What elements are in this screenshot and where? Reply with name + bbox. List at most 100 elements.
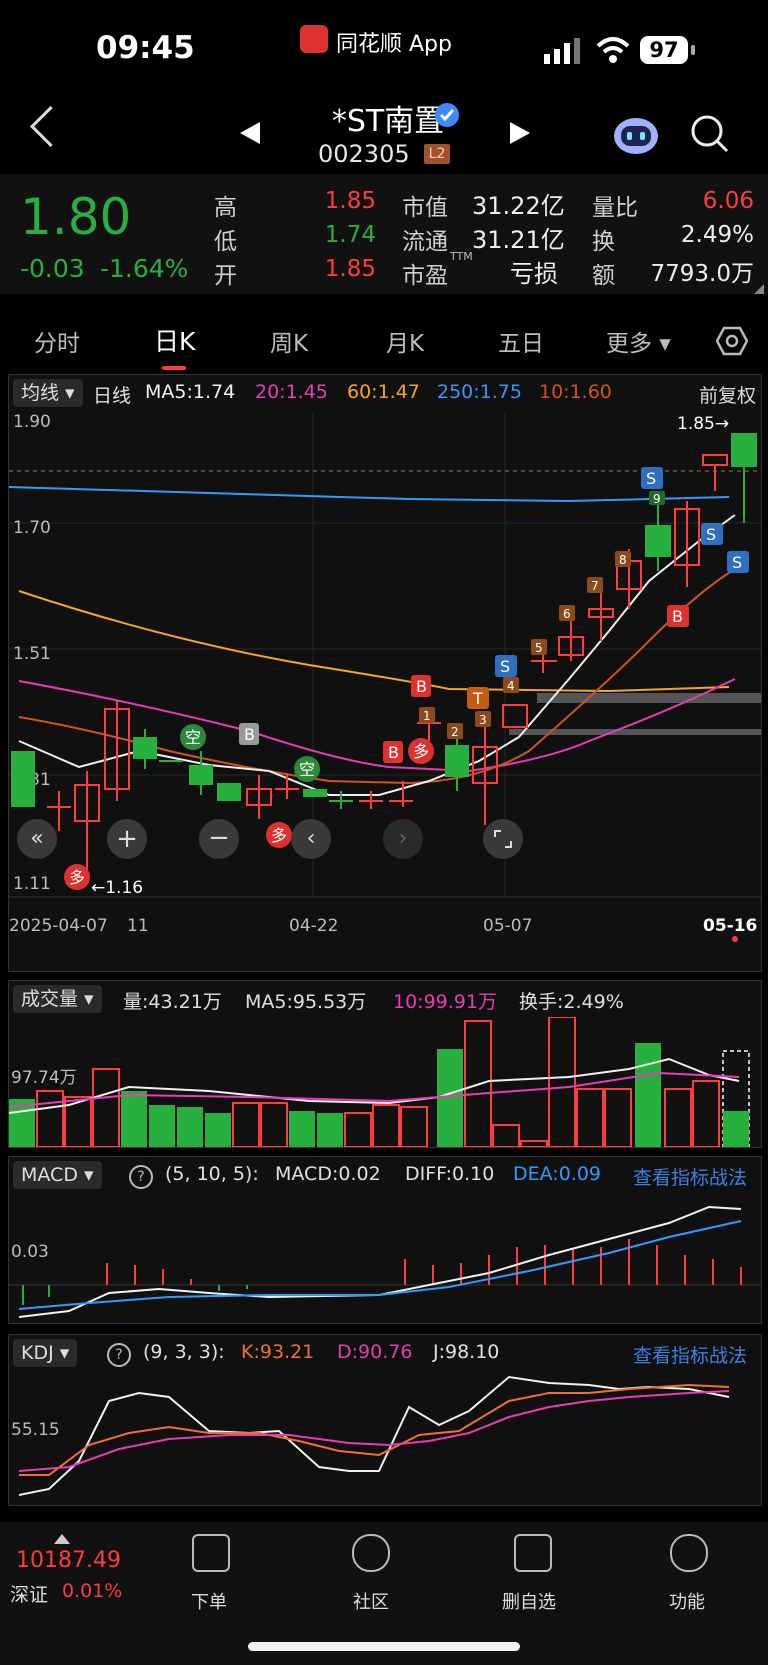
price-change-pct: -1.64% bbox=[100, 254, 189, 283]
robot-assistant-icon[interactable] bbox=[612, 112, 660, 156]
svg-text:7: 7 bbox=[591, 579, 599, 593]
home-indicator[interactable] bbox=[248, 1642, 520, 1651]
nav-community[interactable]: 社区 bbox=[316, 1588, 426, 1614]
market-cap-value: 31.22亿 bbox=[472, 192, 565, 220]
zoom-in-button[interactable]: + bbox=[107, 819, 147, 859]
stock-code: 002305 bbox=[318, 140, 410, 168]
amount-value: 7793.0万 bbox=[650, 261, 754, 287]
tab-more[interactable]: 更多 ▾ bbox=[606, 324, 671, 358]
kdj-params: (9, 3, 3): bbox=[143, 1341, 225, 1363]
macd-panel[interactable]: MACD ▾ ? (5, 10, 5): MACD:0.02 DIFF:0.10… bbox=[8, 1156, 762, 1324]
remove-watchlist-icon[interactable] bbox=[514, 1534, 552, 1572]
tab-five-day[interactable]: 五日 bbox=[498, 324, 544, 358]
volume-ma5: MA5:95.53万 bbox=[245, 991, 367, 1013]
signal-icon bbox=[544, 38, 580, 64]
svg-text:5: 5 bbox=[535, 641, 543, 655]
svg-text:多: 多 bbox=[413, 742, 429, 761]
turnover-value: 2.49% bbox=[680, 222, 754, 248]
market-cap-label: 市值 bbox=[402, 195, 448, 221]
ma60-line bbox=[18, 590, 730, 693]
volume-ratio-value: 6.06 bbox=[702, 188, 754, 214]
help-icon[interactable]: ? bbox=[107, 1343, 131, 1367]
tab-daily-k[interactable]: 日K bbox=[154, 322, 195, 358]
order-icon[interactable] bbox=[192, 1534, 230, 1572]
adjust-label[interactable]: 前复权 bbox=[699, 381, 756, 408]
x-tick-label: 2025-04-07 bbox=[9, 916, 108, 936]
d-line bbox=[18, 1390, 730, 1472]
svg-text:9: 9 bbox=[653, 492, 661, 506]
svg-text:8: 8 bbox=[619, 553, 627, 567]
macd-selector[interactable]: MACD ▾ bbox=[13, 1161, 102, 1189]
app-name: 同花顺 App bbox=[336, 32, 452, 57]
volume-ratio-label: 量比 bbox=[592, 195, 638, 221]
community-icon[interactable] bbox=[352, 1534, 390, 1572]
next-stock-icon[interactable] bbox=[508, 120, 532, 146]
svg-text:B: B bbox=[672, 607, 683, 626]
index-pct[interactable]: 0.01% bbox=[62, 1580, 122, 1602]
scroll-left-button[interactable]: ‹ bbox=[291, 819, 331, 859]
y-tick-label: 1.51 bbox=[13, 644, 51, 664]
d-value: D:90.76 bbox=[337, 1341, 413, 1363]
rewind-button[interactable]: « bbox=[17, 819, 57, 859]
high-label: 高 bbox=[214, 195, 237, 221]
high-value: 1.85 bbox=[324, 188, 376, 214]
low-value: 1.74 bbox=[324, 222, 376, 248]
scroll-right-button[interactable]: › bbox=[383, 819, 423, 859]
index-value[interactable]: 10187.49 bbox=[16, 1548, 121, 1573]
amount-label: 额 bbox=[592, 263, 615, 289]
ma-selector[interactable]: 均线 ▾ bbox=[13, 379, 83, 407]
nav-order[interactable]: 下单 bbox=[154, 1588, 264, 1614]
x-tick-label: 05-07 bbox=[483, 916, 532, 936]
svg-text:6: 6 bbox=[563, 607, 571, 621]
app-logo-icon bbox=[300, 25, 328, 53]
nav-remove-watchlist[interactable]: 删自选 bbox=[474, 1588, 584, 1614]
kline-panel[interactable]: 均线 ▾ 日线 MA5:1.74 20:1.45 60:1.47 250:1.7… bbox=[8, 374, 762, 972]
ma20-label: 20:1.45 bbox=[255, 381, 328, 403]
k-value: K:93.21 bbox=[241, 1341, 315, 1363]
function-icon[interactable] bbox=[670, 1534, 708, 1572]
kdj-selector[interactable]: KDJ ▾ bbox=[13, 1339, 78, 1367]
svg-text:T: T bbox=[472, 689, 483, 708]
price-change: -0.03 bbox=[20, 254, 85, 283]
up-triangle-icon bbox=[54, 1534, 70, 1544]
help-icon[interactable]: ? bbox=[129, 1165, 153, 1189]
tab-weekly-k[interactable]: 周K bbox=[270, 324, 308, 358]
period-tabs: 分时 日K 周K 月K 五日 更多 ▾ bbox=[0, 310, 768, 370]
x-tick-label: 04-22 bbox=[289, 916, 338, 936]
volume-value: 量:43.21万 bbox=[123, 991, 222, 1013]
tab-fenshi[interactable]: 分时 bbox=[34, 324, 80, 358]
x-tick-label: 05-16 bbox=[703, 916, 757, 936]
macd-chart: 0.03 bbox=[9, 1205, 761, 1318]
kdj-panel[interactable]: KDJ ▾ ? (9, 3, 3): K:93.21 D:90.76 J:98.… bbox=[8, 1334, 762, 1506]
volume-panel[interactable]: 成交量 ▾ 量:43.21万 MA5:95.53万 10:99.91万 换手:2… bbox=[8, 980, 762, 1148]
zoom-out-button[interactable]: − bbox=[199, 819, 239, 859]
svg-text:4: 4 bbox=[507, 679, 515, 693]
current-date-dot bbox=[732, 936, 738, 942]
y-tick-label: 1.90 bbox=[13, 412, 51, 432]
nav-function[interactable]: 功能 bbox=[632, 1588, 742, 1614]
current-price: 1.80 bbox=[20, 188, 132, 246]
battery-icon: 97 bbox=[640, 36, 688, 64]
search-icon[interactable] bbox=[690, 114, 730, 154]
svg-text:1: 1 bbox=[423, 709, 431, 723]
x-tick-label: 11 bbox=[127, 916, 149, 936]
ma250-label: 250:1.75 bbox=[437, 381, 522, 403]
fullscreen-button[interactable] bbox=[483, 819, 523, 859]
back-icon[interactable] bbox=[29, 105, 72, 148]
ma5-label: MA5:1.74 bbox=[145, 381, 236, 403]
svg-text:S: S bbox=[646, 469, 656, 488]
prev-stock-icon[interactable] bbox=[238, 120, 262, 146]
kdj-chart: 55.15 bbox=[11, 1375, 730, 1496]
macd-strategy-link[interactable]: 查看指标战法 bbox=[633, 1163, 747, 1190]
dea-line bbox=[18, 1220, 742, 1310]
volume-selector[interactable]: 成交量 ▾ bbox=[13, 985, 102, 1013]
expand-corner-icon[interactable] bbox=[754, 284, 764, 294]
period-label: 日线 bbox=[93, 385, 132, 407]
tab-monthly-k[interactable]: 月K bbox=[386, 324, 424, 358]
svg-text:2: 2 bbox=[451, 725, 459, 739]
settings-hexagon-icon[interactable] bbox=[716, 326, 748, 356]
l2-badge: L2 bbox=[424, 144, 450, 164]
index-name[interactable]: 深证 bbox=[10, 1580, 48, 1607]
kdj-y-label: 55.15 bbox=[11, 1420, 60, 1440]
kdj-strategy-link[interactable]: 查看指标战法 bbox=[633, 1341, 747, 1368]
